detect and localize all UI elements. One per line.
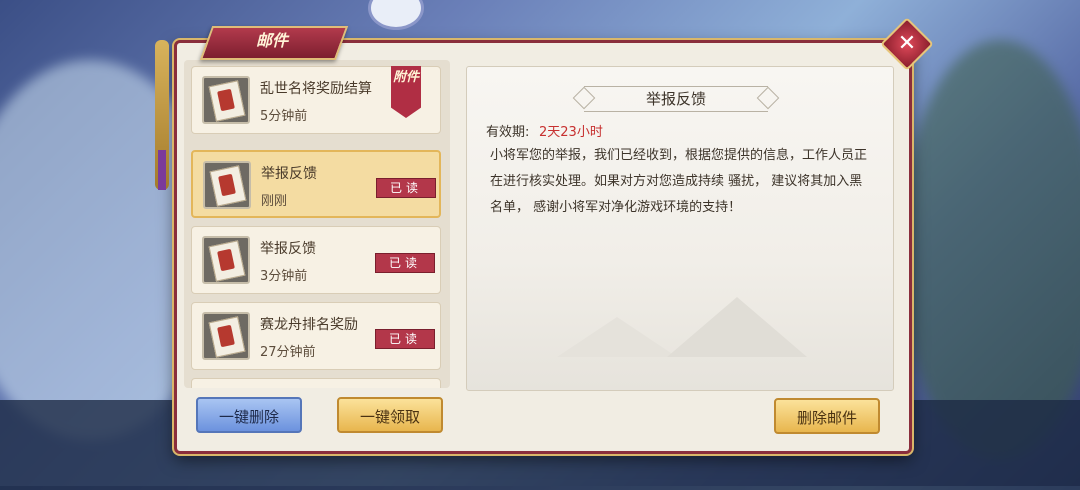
mail-title: 赛龙舟排名奖励	[260, 317, 358, 333]
mail-time: 刚刚	[261, 194, 288, 209]
mail-item-5-partial[interactable]	[191, 378, 441, 388]
mail-letter-icon	[202, 76, 250, 124]
read-badge: 已读	[375, 329, 435, 349]
mail-letter-icon	[202, 312, 250, 360]
background-scenery	[900, 40, 1080, 460]
detail-title: 举报反馈	[584, 86, 768, 112]
mail-title: 乱世名将奖励结算	[260, 81, 372, 97]
claim-all-button[interactable]: 一键领取	[337, 397, 443, 433]
detail-body-text: 小将军您的举报，我们已经收到，根据您提供的信息，工作人员正在进行核实处理。如果对…	[490, 148, 868, 215]
ink-mountain-decoration	[557, 317, 677, 357]
delete-mail-button[interactable]: 删除邮件	[774, 398, 880, 434]
read-badge: 已读	[376, 178, 436, 198]
mail-time: 5分钟前	[260, 109, 308, 124]
mail-letter-icon	[202, 236, 250, 284]
mail-letter-icon	[203, 161, 251, 209]
ink-mountain-decoration	[667, 297, 807, 357]
mail-title: 举报反馈	[261, 166, 317, 182]
mail-time: 27分钟前	[260, 345, 316, 360]
validity-value: 2天23小时	[539, 125, 603, 140]
tassel-decoration	[158, 150, 166, 190]
validity-label: 有效期:	[486, 125, 530, 140]
mail-item-2[interactable]: 举报反馈 刚刚 已读	[191, 150, 441, 218]
mail-title: 举报反馈	[260, 241, 316, 257]
close-icon[interactable]: ✕	[888, 25, 926, 63]
mail-detail-pane	[466, 66, 894, 391]
mail-list[interactable]: 乱世名将奖励结算 5分钟前 附件 举报反馈 刚刚 已读 举报反馈 3分钟前 已读…	[184, 60, 450, 388]
read-badge: 已读	[375, 253, 435, 273]
mail-time: 3分钟前	[260, 269, 308, 284]
delete-all-button[interactable]: 一键删除	[196, 397, 302, 433]
mail-item-3[interactable]: 举报反馈 3分钟前 已读	[191, 226, 441, 294]
mail-item-1[interactable]: 乱世名将奖励结算 5分钟前 附件	[191, 66, 441, 134]
attachment-tag: 附件	[391, 66, 421, 118]
panel-title: 邮件	[255, 31, 288, 50]
top-avatar-icon	[368, 0, 424, 30]
mail-item-4[interactable]: 赛龙舟排名奖励 27分钟前 已读	[191, 302, 441, 370]
